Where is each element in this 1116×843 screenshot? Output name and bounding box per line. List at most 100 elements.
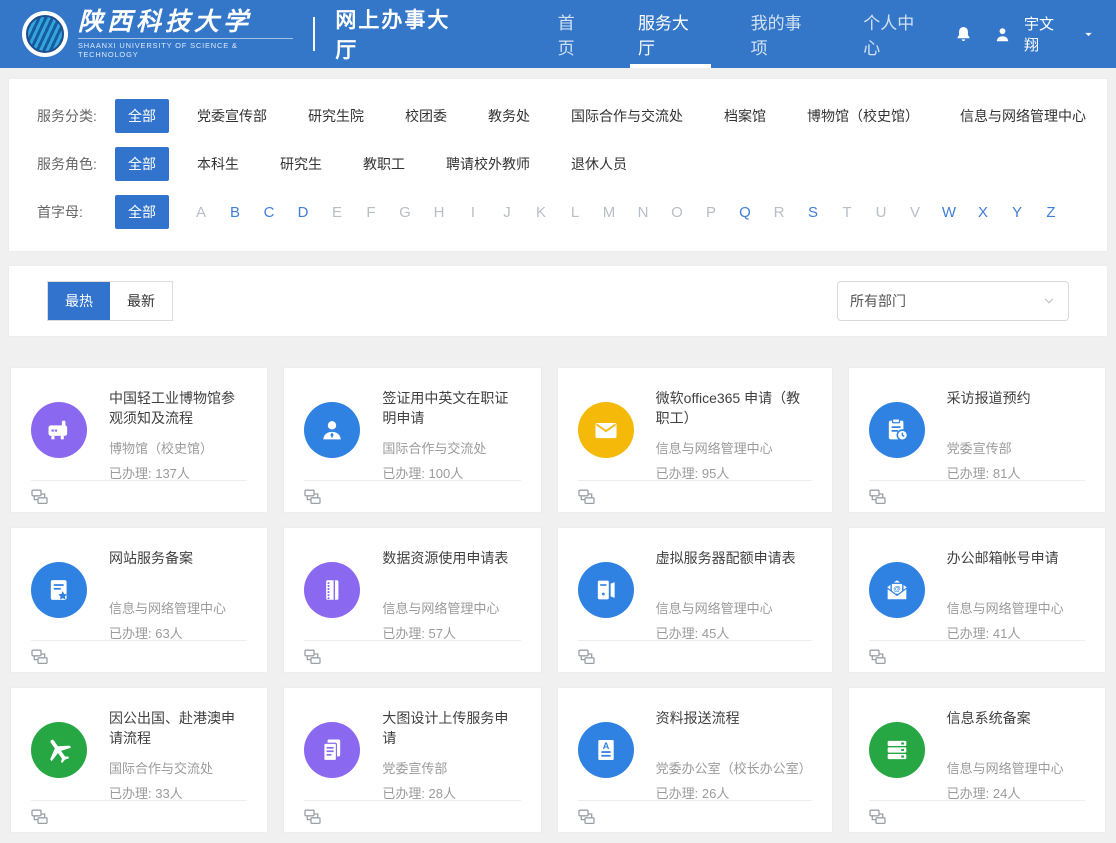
service-card[interactable]: 采访报道预约 党委宣传部 已办理: 81人 bbox=[848, 367, 1106, 513]
filter-panel: 服务分类: 全部党委宣传部研究生院校团委教务处国际合作与交流处档案馆博物馆（校史… bbox=[8, 78, 1108, 252]
role-chip-4[interactable]: 聘请校外教师 bbox=[433, 147, 543, 181]
initial-letter-O[interactable]: O bbox=[660, 204, 694, 221]
initial-letter-I[interactable]: I bbox=[456, 204, 490, 221]
service-card[interactable]: 签证用中英文在职证明申请 国际合作与交流处 已办理: 100人 bbox=[283, 367, 541, 513]
service-card[interactable]: 数据资源使用申请表 信息与网络管理中心 已办理: 57人 bbox=[283, 527, 541, 673]
notification-bell-icon[interactable] bbox=[952, 23, 975, 46]
portal-title: 网上办事大厅 bbox=[335, 4, 469, 64]
initial-letter-V[interactable]: V bbox=[898, 204, 932, 221]
card-divider bbox=[304, 480, 520, 481]
service-title[interactable]: 因公出国、赴港澳申请流程 bbox=[109, 708, 247, 748]
initial-chip-all[interactable]: 全部 bbox=[115, 195, 169, 229]
category-chip-4[interactable]: 教务处 bbox=[475, 99, 543, 133]
service-card[interactable]: @ 办公邮箱帐号申请 信息与网络管理中心 已办理: 41人 bbox=[848, 527, 1106, 673]
flow-icon[interactable] bbox=[304, 649, 321, 665]
service-title[interactable]: 虚拟服务器配额申请表 bbox=[656, 548, 796, 588]
role-chip-0[interactable]: 全部 bbox=[115, 147, 169, 181]
initial-letter-Z[interactable]: Z bbox=[1034, 204, 1068, 221]
initial-letter-T[interactable]: T bbox=[830, 204, 864, 221]
category-chip-5[interactable]: 国际合作与交流处 bbox=[558, 99, 696, 133]
initial-letter-C[interactable]: C bbox=[252, 204, 286, 221]
role-chip-5[interactable]: 退休人员 bbox=[558, 147, 640, 181]
initial-letter-X[interactable]: X bbox=[966, 204, 1000, 221]
service-title[interactable]: 微软office365 申请（教职工） bbox=[656, 388, 812, 428]
initial-letter-Q[interactable]: Q bbox=[728, 204, 762, 221]
initial-letter-S[interactable]: S bbox=[796, 204, 830, 221]
category-chip-8[interactable]: 信息与网络管理中心 bbox=[947, 99, 1099, 133]
initial-letter-M[interactable]: M bbox=[592, 204, 626, 221]
service-card[interactable]: 中国轻工业博物馆参观须知及流程 博物馆（校史馆） 已办理: 137人 bbox=[10, 367, 268, 513]
initial-letter-D[interactable]: D bbox=[286, 204, 320, 221]
user-name[interactable]: 宇文翔 bbox=[1024, 13, 1065, 55]
role-chip-1[interactable]: 本科生 bbox=[184, 147, 252, 181]
nav-item-home[interactable]: 首页 bbox=[534, 0, 614, 68]
document-pages-icon bbox=[304, 722, 360, 778]
initial-letter-K[interactable]: K bbox=[524, 204, 558, 221]
initial-letter-E[interactable]: E bbox=[320, 204, 354, 221]
initial-letter-G[interactable]: G bbox=[388, 204, 422, 221]
initial-letter-U[interactable]: U bbox=[864, 204, 898, 221]
service-title[interactable]: 签证用中英文在职证明申请 bbox=[382, 388, 520, 428]
initial-letter-H[interactable]: H bbox=[422, 204, 456, 221]
flow-icon[interactable] bbox=[31, 489, 48, 505]
flow-icon[interactable] bbox=[578, 649, 595, 665]
category-chip-2[interactable]: 研究生院 bbox=[295, 99, 377, 133]
initial-letter-J[interactable]: J bbox=[490, 204, 524, 221]
department-select[interactable]: 所有部门 bbox=[837, 281, 1069, 321]
flow-icon[interactable] bbox=[304, 489, 321, 505]
initial-letter-Y[interactable]: Y bbox=[1000, 204, 1034, 221]
service-card-grid: 中国轻工业博物馆参观须知及流程 博物馆（校史馆） 已办理: 137人 签证用中英… bbox=[10, 367, 1106, 833]
initial-letter-B[interactable]: B bbox=[218, 204, 252, 221]
service-card[interactable]: A 资料报送流程 党委办公室（校长办公室） 已办理: 26人 bbox=[557, 687, 833, 833]
service-card[interactable]: 微软office365 申请（教职工） 信息与网络管理中心 已办理: 95人 bbox=[557, 367, 833, 513]
nav-item-personal-center[interactable]: 个人中心 bbox=[839, 0, 952, 68]
role-chip-2[interactable]: 研究生 bbox=[267, 147, 335, 181]
service-title[interactable]: 中国轻工业博物馆参观须知及流程 bbox=[109, 388, 247, 428]
initial-letter-N[interactable]: N bbox=[626, 204, 660, 221]
initial-letter-W[interactable]: W bbox=[932, 204, 966, 221]
service-card[interactable]: 网站服务备案 信息与网络管理中心 已办理: 63人 bbox=[10, 527, 268, 673]
initial-letter-F[interactable]: F bbox=[354, 204, 388, 221]
department-select-value: 所有部门 bbox=[850, 291, 906, 311]
chevron-down-icon[interactable] bbox=[1083, 29, 1094, 40]
nav-item-my-matters[interactable]: 我的事项 bbox=[727, 0, 840, 68]
category-chip-7[interactable]: 博物馆（校史馆） bbox=[794, 99, 932, 133]
flow-icon[interactable] bbox=[578, 489, 595, 505]
flow-icon[interactable] bbox=[304, 809, 321, 825]
service-title[interactable]: 办公邮箱帐号申请 bbox=[947, 548, 1064, 588]
notebook-icon bbox=[304, 562, 360, 618]
initial-letter-A[interactable]: A bbox=[184, 204, 218, 221]
category-chip-3[interactable]: 校团委 bbox=[392, 99, 460, 133]
flow-icon[interactable] bbox=[31, 809, 48, 825]
category-chip-1[interactable]: 党委宣传部 bbox=[184, 99, 280, 133]
initial-letter-P[interactable]: P bbox=[694, 204, 728, 221]
category-chip-6[interactable]: 档案馆 bbox=[711, 99, 779, 133]
tab-hottest[interactable]: 最热 bbox=[48, 282, 110, 320]
service-title[interactable]: 大图设计上传服务申请 bbox=[382, 708, 520, 748]
service-card[interactable]: 大图设计上传服务申请 党委宣传部 已办理: 28人 bbox=[283, 687, 541, 833]
initial-letter-R[interactable]: R bbox=[762, 204, 796, 221]
service-card[interactable]: 因公出国、赴港澳申请流程 国际合作与交流处 已办理: 33人 bbox=[10, 687, 268, 833]
document-star-icon bbox=[31, 562, 87, 618]
mail-icon bbox=[578, 402, 634, 458]
flow-icon[interactable] bbox=[869, 489, 886, 505]
initial-letter-L[interactable]: L bbox=[558, 204, 592, 221]
flow-icon[interactable] bbox=[869, 809, 886, 825]
tab-newest[interactable]: 最新 bbox=[110, 282, 172, 320]
service-title[interactable]: 网站服务备案 bbox=[109, 548, 226, 588]
service-title[interactable]: 资料报送流程 bbox=[656, 708, 812, 748]
service-card[interactable]: 信息系统备案 信息与网络管理中心 已办理: 24人 bbox=[848, 687, 1106, 833]
service-title[interactable]: 信息系统备案 bbox=[947, 708, 1064, 748]
flow-icon[interactable] bbox=[31, 649, 48, 665]
service-title[interactable]: 数据资源使用申请表 bbox=[382, 548, 508, 588]
main-nav: 首页 服务大厅 我的事项 个人中心 bbox=[534, 0, 952, 68]
category-chip-0[interactable]: 全部 bbox=[115, 99, 169, 133]
service-card[interactable]: 虚拟服务器配额申请表 信息与网络管理中心 已办理: 45人 bbox=[557, 527, 833, 673]
user-avatar-icon[interactable] bbox=[991, 23, 1014, 46]
card-divider bbox=[578, 800, 812, 801]
flow-icon[interactable] bbox=[578, 809, 595, 825]
flow-icon[interactable] bbox=[869, 649, 886, 665]
nav-item-service-hall[interactable]: 服务大厅 bbox=[614, 0, 727, 68]
service-title[interactable]: 采访报道预约 bbox=[947, 388, 1031, 428]
role-chip-3[interactable]: 教职工 bbox=[350, 147, 418, 181]
